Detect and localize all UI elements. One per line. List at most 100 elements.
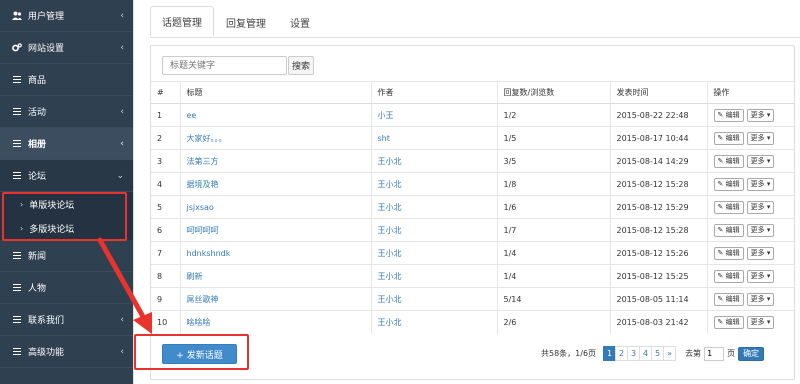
table-row: 6 呵呵呵呵 王小北 1/7 2015-08-12 15:28 ✎ 编辑 更多 ▾ xyxy=(151,218,794,242)
more-dropdown-button[interactable]: 更多 ▾ xyxy=(746,131,775,145)
reply-view-count: 1/5 xyxy=(497,126,611,150)
more-dropdown-button[interactable]: 更多 ▾ xyxy=(746,269,775,283)
table-row: 3 法第三方 王小北 3/5 2015-08-14 14:29 ✎ 编辑 更多 ▾ xyxy=(151,149,794,173)
sidebar-item-2[interactable]: 商品 xyxy=(0,64,133,96)
author-link[interactable]: 王小北 xyxy=(378,272,402,281)
edit-button[interactable]: ✎ 编辑 xyxy=(713,292,744,306)
main-content: 话题管理 回复管理 设置 搜索 #标题作者回复数/浏览数发表时间操作 1 ee 小王… xyxy=(133,0,800,384)
topic-title-link[interactable]: 屌丝歌神 xyxy=(187,295,219,304)
row-id: 10 xyxy=(151,310,181,334)
edit-button[interactable]: ✎ 编辑 xyxy=(713,315,744,329)
row-id: 5 xyxy=(151,195,181,219)
topic-title-link[interactable]: hdnkshndk xyxy=(187,249,231,258)
edit-button[interactable]: ✎ 编辑 xyxy=(713,154,744,168)
topic-title-link[interactable]: ee xyxy=(187,111,197,120)
post-time: 2015-08-12 15:28 xyxy=(610,172,708,196)
more-dropdown-button[interactable]: 更多 ▾ xyxy=(746,315,775,329)
row-id: 9 xyxy=(151,287,181,311)
sidebar-item-label: 新闻 xyxy=(28,252,47,262)
sidebar-item-label: 活动 xyxy=(28,108,47,118)
post-time: 2015-08-22 22:48 xyxy=(610,103,708,127)
author-link[interactable]: 王小北 xyxy=(378,157,402,166)
author-link[interactable]: sht xyxy=(378,134,390,143)
author-link[interactable]: 王小北 xyxy=(378,203,402,212)
author-link[interactable]: 小王 xyxy=(378,111,394,120)
edit-button[interactable]: ✎ 编辑 xyxy=(713,246,744,260)
more-dropdown-button[interactable]: 更多 ▾ xyxy=(746,223,775,237)
chevron-icon: ⌄ xyxy=(116,170,124,181)
edit-button[interactable]: ✎ 编辑 xyxy=(713,223,744,237)
edit-button[interactable]: ✎ 编辑 xyxy=(713,269,744,283)
sidebar-item-8[interactable]: 联系我们 ‹ xyxy=(0,304,133,336)
search-input[interactable] xyxy=(162,56,287,75)
edit-button[interactable]: ✎ 编辑 xyxy=(713,200,744,214)
author-link[interactable]: 王小北 xyxy=(378,249,402,258)
page-link[interactable]: » xyxy=(663,346,677,361)
row-id: 4 xyxy=(151,172,181,196)
tab-replies[interactable]: 回复管理 xyxy=(214,8,278,36)
search-button[interactable]: 搜索 xyxy=(288,56,314,75)
row-id: 8 xyxy=(151,264,181,288)
chevron-icon: ‹ xyxy=(120,42,124,53)
more-dropdown-button[interactable]: 更多 ▾ xyxy=(746,200,775,214)
sidebar-item-label: 商品 xyxy=(28,76,47,86)
topic-title-link[interactable]: 呵呵呵呵 xyxy=(187,226,219,235)
more-dropdown-button[interactable]: 更多 ▾ xyxy=(746,177,775,191)
bars-icon xyxy=(11,138,22,149)
edit-button[interactable]: ✎ 编辑 xyxy=(713,131,744,145)
row-id: 7 xyxy=(151,241,181,265)
sidebar-item-1[interactable]: 网站设置 ‹ xyxy=(0,32,133,64)
sidebar-item-3[interactable]: 活动 ‹ xyxy=(0,96,133,128)
more-dropdown-button[interactable]: 更多 ▾ xyxy=(746,108,775,122)
author-link[interactable]: 王小北 xyxy=(378,318,402,327)
chevron-icon: ‹ xyxy=(120,10,124,21)
topic-title-link[interactable]: 大家好。。。 xyxy=(187,134,227,143)
edit-button[interactable]: ✎ 编辑 xyxy=(713,108,744,122)
author-link[interactable]: 王小北 xyxy=(378,295,402,304)
topic-title-link[interactable]: 刷新 xyxy=(187,272,203,281)
reply-view-count: 3/5 xyxy=(497,149,611,173)
more-dropdown-button[interactable]: 更多 ▾ xyxy=(746,292,775,306)
chevron-icon: ‹ xyxy=(120,346,124,357)
sidebar-item-6[interactable]: 新闻 xyxy=(0,240,133,272)
sidebar-item-9[interactable]: 高级功能 ‹ xyxy=(0,336,133,368)
row-id: 3 xyxy=(151,149,181,173)
sidebar-item-4[interactable]: 相册 ‹ xyxy=(0,128,133,160)
reply-view-count: 1/8 xyxy=(497,172,611,196)
bars-icon xyxy=(11,170,22,181)
author-link[interactable]: 王小北 xyxy=(378,180,402,189)
tab-topics[interactable]: 话题管理 xyxy=(150,6,214,36)
goto-confirm-button[interactable]: 确定 xyxy=(738,346,765,361)
topic-title-link[interactable]: 据境及艳 xyxy=(187,180,219,189)
topics-table: # 标题 作者 回复数/浏览数 发表时间 操作 1 ee 小王 1/2 2015-08-22 22… xyxy=(151,81,794,334)
chevron-icon: ‹ xyxy=(120,138,124,149)
more-dropdown-button[interactable]: 更多 ▾ xyxy=(746,246,775,260)
column-header: 发表时间 xyxy=(610,81,708,104)
topic-title-link[interactable]: jsjxsao xyxy=(187,203,214,212)
more-dropdown-button[interactable]: 更多 ▾ xyxy=(746,154,775,168)
topic-title-link[interactable]: 法第三方 xyxy=(187,157,219,166)
table-row: 9 屌丝歌神 王小北 5/14 2015-08-05 11:14 ✎ 编辑 更多 ▾ xyxy=(151,287,794,311)
author-link[interactable]: 王小北 xyxy=(378,226,402,235)
table-row: 4 据境及艳 王小北 1/8 2015-08-12 15:28 ✎ 编辑 更多 ▾ xyxy=(151,172,794,196)
column-header: 作者 xyxy=(371,81,498,104)
sidebar-item-label: 相册 xyxy=(28,140,47,150)
tab-settings[interactable]: 设置 xyxy=(278,8,322,36)
table-row: 7 hdnkshndk 王小北 1/4 2015-08-12 15:26 ✎ 编辑 更多 ▾ xyxy=(151,241,794,265)
sidebar-item-5[interactable]: 论坛 ⌄ xyxy=(0,160,133,192)
post-time: 2015-08-03 21:42 xyxy=(610,310,708,334)
row-id: 1 xyxy=(151,103,181,127)
sidebar-item-0[interactable]: 用户管理 ‹ xyxy=(0,0,133,32)
sidebar-item-label: 用户管理 xyxy=(28,12,65,22)
table-row: 10 啥啥啥 王小北 2/6 2015-08-03 21:42 ✎ 编辑 更多 ▾ xyxy=(151,310,794,334)
sidebar-item-label: 联系我们 xyxy=(28,316,65,326)
bars-icon xyxy=(11,346,22,357)
post-time: 2015-08-05 11:14 xyxy=(610,287,708,311)
edit-button[interactable]: ✎ 编辑 xyxy=(713,177,744,191)
pagination-summary: 共58条，1/6页 xyxy=(541,349,597,358)
topic-title-link[interactable]: 啥啥啥 xyxy=(187,318,211,327)
cogs-icon xyxy=(11,43,22,52)
tab-divider xyxy=(150,37,800,38)
goto-page-input[interactable] xyxy=(704,346,725,361)
sidebar-item-7[interactable]: 人物 xyxy=(0,272,133,304)
